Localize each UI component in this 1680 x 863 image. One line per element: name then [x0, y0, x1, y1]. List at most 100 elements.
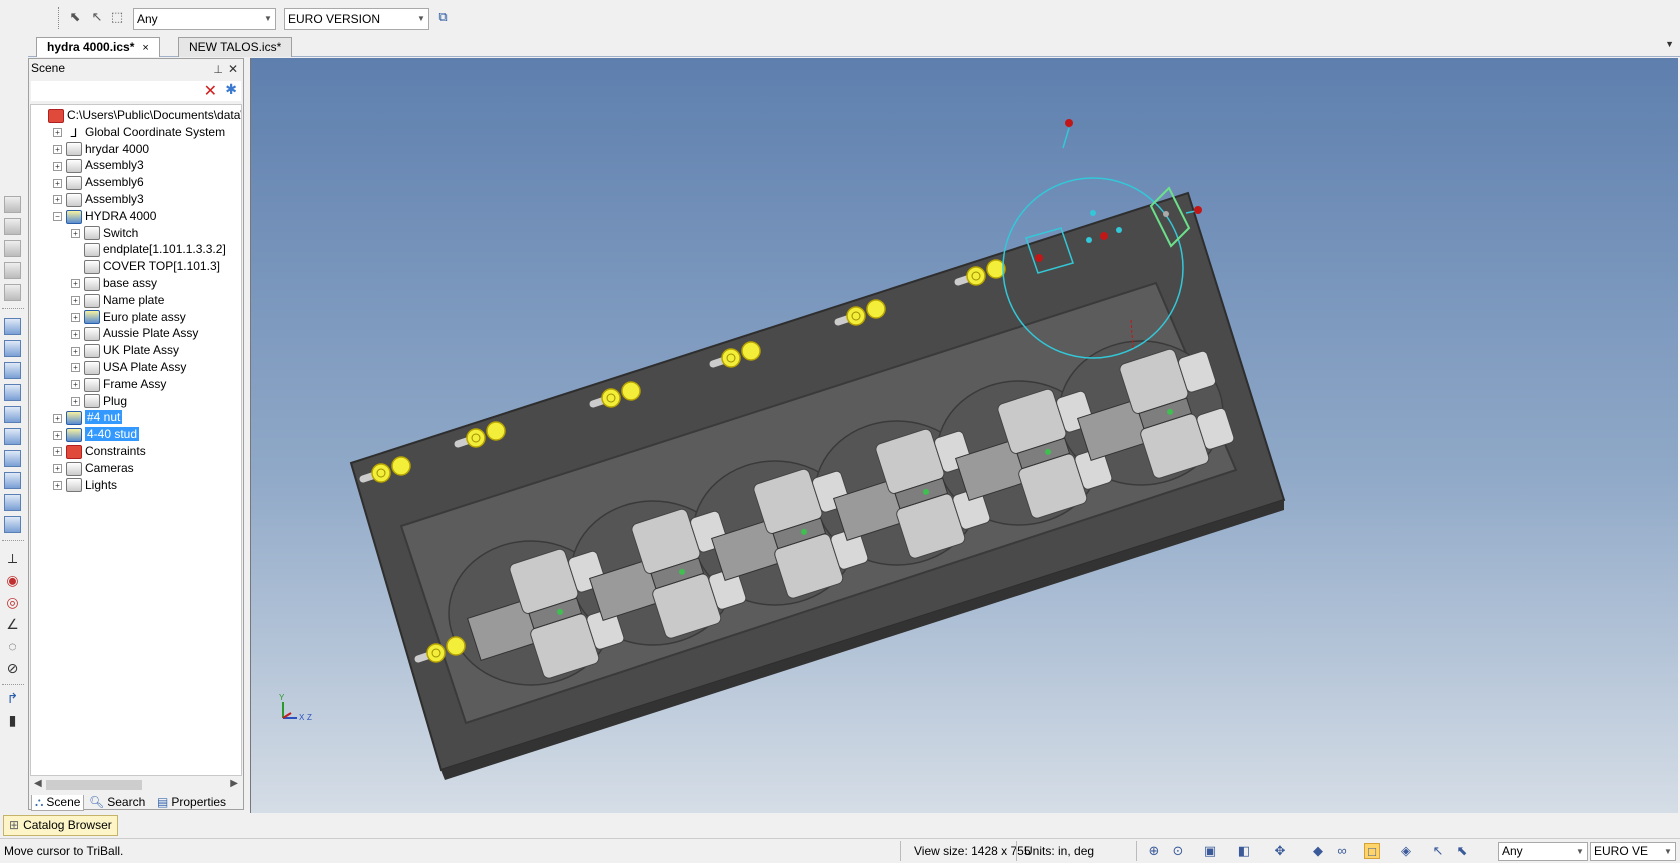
tree-node[interactable]: COVER TOP[1.101.3] — [71, 258, 220, 275]
view-cube-icon[interactable]: ▣ — [1202, 843, 1218, 859]
collapse-icon[interactable]: − — [53, 212, 62, 222]
tree-node[interactable]: + Lights — [53, 477, 117, 494]
tree-node[interactable]: + USA Plate Assy — [71, 359, 186, 376]
standard-views-icon[interactable]: ◧ — [1236, 843, 1252, 859]
scrollbar-thumb[interactable] — [46, 780, 142, 790]
no-entry-icon[interactable]: ⊘ — [4, 660, 21, 677]
select-arrow-icon[interactable]: ⬉ — [1454, 843, 1470, 859]
expand-icon[interactable]: + — [53, 464, 62, 474]
block-shape-icon[interactable] — [4, 472, 21, 489]
expand-icon[interactable]: + — [71, 296, 80, 306]
pin-icon[interactable]: ⊥ — [213, 61, 223, 79]
tree-node[interactable]: + UK Plate Assy — [71, 342, 179, 359]
tree-node[interactable]: + #4 nut — [53, 409, 123, 426]
close-icon[interactable]: ✕ — [228, 60, 238, 78]
block-shape-icon[interactable] — [4, 318, 21, 335]
ruler-icon[interactable]: ▮ — [4, 712, 21, 729]
toolbar-grip[interactable] — [58, 7, 61, 29]
tree-node[interactable]: + Assembly3 — [53, 191, 144, 208]
block-shape-icon[interactable] — [4, 340, 21, 357]
block-shape-icon[interactable] — [4, 384, 21, 401]
tree-node[interactable]: + Constraints — [53, 443, 146, 460]
zoom-icon[interactable]: ⊕ — [1146, 843, 1162, 859]
display-options-icon[interactable]: ◈ — [1398, 843, 1414, 859]
tree-node[interactable]: + Plug — [71, 393, 127, 410]
catalog-browser-tab[interactable]: ⊞ Catalog Browser — [3, 815, 118, 836]
add-filter-icon[interactable]: ✱ — [225, 81, 237, 98]
scroll-left-icon[interactable]: ◀ — [34, 778, 42, 789]
expand-icon[interactable]: + — [71, 396, 80, 406]
tab-new-talos[interactable]: NEW TALOS.ics* — [178, 37, 293, 57]
select-pointer-icon[interactable]: ↖ — [88, 8, 106, 26]
render-icon[interactable]: ◆ — [1310, 843, 1326, 859]
tab-scene[interactable]: ⛬ Scene — [31, 795, 85, 811]
tree-node[interactable]: + Frame Assy — [71, 376, 166, 393]
measure-icon[interactable]: ⟂ — [4, 550, 21, 567]
expand-icon[interactable]: + — [53, 128, 62, 138]
expand-icon[interactable]: + — [71, 363, 80, 373]
render-mode-icon[interactable]: □ — [1364, 843, 1380, 859]
camera-tool-icon[interactable]: ◉ — [4, 572, 21, 589]
zoom-extents-icon[interactable]: ⊙ — [1170, 843, 1186, 859]
tree-node[interactable]: + Cameras — [53, 460, 134, 477]
tree-node[interactable]: + base assy — [71, 275, 157, 292]
angle-icon[interactable]: ∠ — [4, 616, 21, 633]
tree-node[interactable]: + hrydar 4000 — [53, 141, 149, 158]
light-tool-icon[interactable]: ◎ — [4, 594, 21, 611]
view-tool-icon[interactable] — [4, 284, 21, 301]
curve-icon[interactable]: ↱ — [4, 690, 21, 707]
configuration-tree-icon[interactable]: ⧉ — [434, 8, 452, 26]
tree-node[interactable]: + Aussie Plate Assy — [71, 325, 198, 342]
block-shape-icon[interactable] — [4, 406, 21, 423]
select-pointer-icon[interactable]: ↖ — [1430, 843, 1446, 859]
block-shape-icon[interactable] — [4, 362, 21, 379]
expand-icon[interactable]: + — [53, 144, 62, 154]
tree-node[interactable]: + Switch — [71, 225, 138, 242]
expand-icon[interactable]: + — [53, 178, 62, 188]
status-version-select[interactable]: EURO VE ▼ — [1590, 842, 1676, 861]
rotate-icon[interactable]: ◌ — [4, 638, 21, 655]
tree-node[interactable]: +4-40 stud — [53, 426, 140, 443]
view-tool-icon[interactable] — [4, 218, 21, 235]
expand-icon[interactable]: + — [53, 161, 62, 171]
orbit-icon[interactable]: ✥ — [1272, 843, 1288, 859]
view-tool-icon[interactable] — [4, 196, 21, 213]
tree-node[interactable]: + Assembly3 — [53, 157, 144, 174]
expand-icon[interactable]: + — [71, 228, 80, 238]
expand-icon[interactable]: + — [53, 195, 62, 205]
tree-node[interactable]: + ⅃ Global Coordinate System — [53, 124, 225, 141]
3d-viewport[interactable]: Y X Z — [250, 58, 1678, 813]
block-shape-icon[interactable] — [4, 428, 21, 445]
tree-node[interactable]: endplate[1.101.1.3.3.2] — [71, 241, 226, 258]
expand-icon[interactable]: + — [71, 380, 80, 390]
block-shape-icon[interactable] — [4, 516, 21, 533]
view-tool-icon[interactable] — [4, 240, 21, 257]
tab-properties[interactable]: ▤ Properties — [157, 795, 226, 811]
selection-filter-select[interactable]: Any ▼ — [133, 8, 276, 30]
version-select[interactable]: EURO VERSION ▼ — [284, 8, 429, 30]
view-tool-icon[interactable] — [4, 262, 21, 279]
3d-scene[interactable]: Y X Z — [251, 58, 1678, 813]
expand-icon[interactable]: + — [71, 279, 80, 289]
expand-icon[interactable]: + — [71, 312, 80, 322]
status-filter-select[interactable]: Any ▼ — [1498, 842, 1588, 861]
block-shape-icon[interactable] — [4, 450, 21, 467]
tree-node[interactable]: + Assembly6 — [53, 174, 144, 191]
expand-icon[interactable]: + — [53, 447, 62, 457]
tab-hydra-4000[interactable]: hydra 4000.ics* × — [36, 37, 160, 57]
tree-node[interactable]: + Name plate — [71, 292, 164, 309]
scroll-right-icon[interactable]: ▶ — [230, 778, 238, 789]
select-box-icon[interactable]: ⬚ — [108, 8, 126, 26]
tree-horizontal-scrollbar[interactable]: ◀ ▶ — [30, 777, 242, 793]
close-icon[interactable]: × — [142, 42, 148, 54]
expand-icon[interactable]: + — [53, 413, 62, 423]
select-assembly-icon[interactable]: ⬉ — [66, 8, 84, 26]
expand-icon[interactable]: + — [53, 480, 62, 490]
tree-node[interactable]: − HYDRA 4000 — [53, 208, 156, 225]
expand-icon[interactable]: + — [71, 346, 80, 356]
glasses-icon[interactable]: ∞ — [1334, 843, 1350, 859]
block-shape-icon[interactable] — [4, 494, 21, 511]
tree-node[interactable]: C:\Users\Public\Documents\data\2 — [35, 107, 241, 124]
tab-list-dropdown-icon[interactable]: ▼ — [1665, 39, 1674, 49]
delete-icon[interactable]: ✕ — [204, 81, 217, 101]
